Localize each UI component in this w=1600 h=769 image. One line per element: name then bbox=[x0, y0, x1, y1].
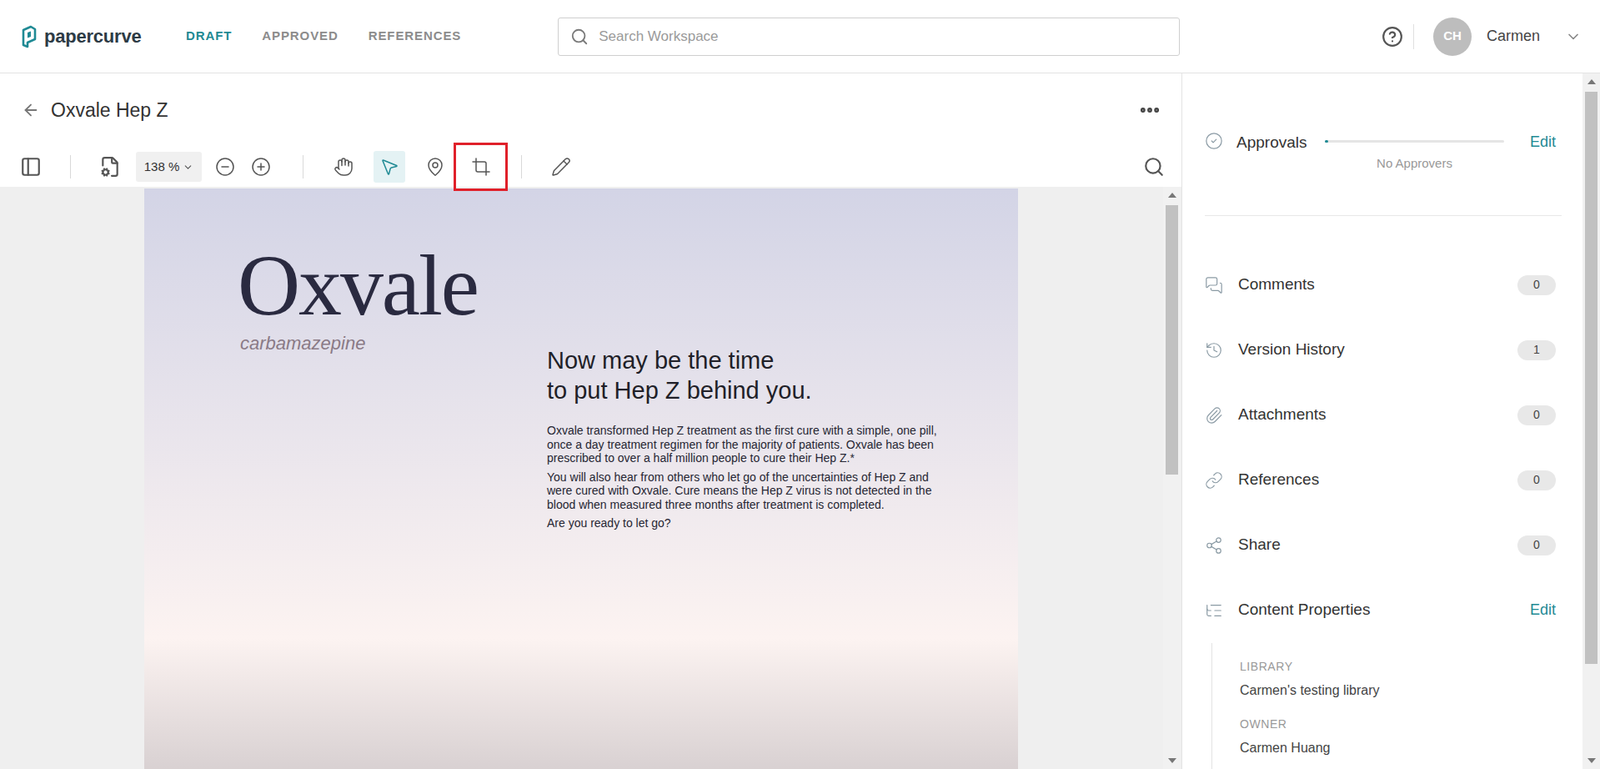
main-nav: DRAFT APPROVED REFERENCES bbox=[185, 26, 462, 46]
select-icon bbox=[379, 156, 400, 177]
properties-icon bbox=[1204, 601, 1224, 620]
properties-list: LIBRARYCarmen's testing library OWNERCarm… bbox=[1211, 642, 1556, 769]
select-tool[interactable] bbox=[366, 147, 412, 186]
help-icon[interactable] bbox=[1381, 25, 1404, 48]
nav-item[interactable]: DRAFT bbox=[185, 26, 232, 46]
app: papercurveDRAFT APPROVED REFERENCES Search … bbox=[0, 0, 1600, 769]
scroll-thumb[interactable] bbox=[1165, 205, 1179, 475]
approvals-icon bbox=[1204, 131, 1224, 151]
comments-icon bbox=[1204, 275, 1224, 295]
document-title: Oxvale Hep Z bbox=[50, 95, 169, 126]
count-badge: 1 bbox=[1517, 340, 1556, 361]
pan-icon bbox=[333, 156, 354, 177]
toolbar-separator bbox=[70, 155, 71, 179]
search-field[interactable]: Search Workspace bbox=[557, 17, 1180, 56]
count-badge: 0 bbox=[1517, 405, 1556, 426]
back-arrow-icon[interactable] bbox=[21, 100, 41, 120]
document-scrollbar[interactable] bbox=[1163, 186, 1181, 769]
logo-mark-icon bbox=[20, 25, 38, 49]
sidebar-panel-row[interactable]: Comments0 bbox=[1204, 252, 1556, 318]
count-badge: 0 bbox=[1517, 535, 1556, 556]
headline: Now may be the timeto put Hep Z behind y… bbox=[546, 345, 964, 406]
property-field: OWNERCarmen Huang bbox=[1239, 715, 1556, 758]
nav-item[interactable]: REFERENCES bbox=[368, 26, 462, 46]
count-badge: 0 bbox=[1517, 275, 1556, 296]
user-name[interactable]: Carmen bbox=[1486, 25, 1540, 48]
sidebar-divider bbox=[1204, 215, 1562, 216]
scroll-up-arrow[interactable] bbox=[1163, 186, 1181, 204]
zoom-in-icon[interactable] bbox=[250, 156, 271, 177]
content-properties-row: Content PropertiesEdit bbox=[1204, 577, 1556, 643]
document-page: OxvalecarbamazepineNow may be the timeto… bbox=[144, 188, 1019, 769]
region-icon bbox=[471, 156, 492, 177]
scroll-down-arrow[interactable] bbox=[1582, 752, 1600, 769]
logo[interactable]: papercurve bbox=[20, 22, 186, 51]
body-paragraph: Oxvale transformed Hep Z treatment as th… bbox=[546, 423, 956, 466]
sidebar-panel-row[interactable]: Attachments0 bbox=[1204, 382, 1556, 448]
document-search-icon[interactable] bbox=[1143, 155, 1165, 178]
pan-tool[interactable] bbox=[320, 147, 367, 186]
approvals-edit[interactable]: Edit bbox=[1529, 130, 1556, 154]
sidebar-toggle-icon[interactable] bbox=[20, 155, 42, 178]
scroll-down-arrow[interactable] bbox=[1163, 752, 1181, 769]
body-paragraph: Are you ready to let go? bbox=[546, 516, 956, 531]
sidebar-scrollbar[interactable] bbox=[1582, 73, 1600, 769]
more-options-icon[interactable] bbox=[1138, 98, 1162, 122]
count-badge: 0 bbox=[1517, 470, 1556, 491]
page-settings-icon[interactable] bbox=[99, 155, 121, 178]
body-paragraph: You will also hear from others who let g… bbox=[546, 470, 956, 512]
history-icon bbox=[1204, 341, 1224, 360]
scroll-thumb[interactable] bbox=[1584, 91, 1598, 664]
references-icon bbox=[1204, 471, 1224, 490]
document-title-bar: Oxvale Hep Z bbox=[0, 73, 1182, 147]
property-field: LIBRARYCarmen's testing library bbox=[1239, 657, 1556, 701]
top-bar: papercurveDRAFT APPROVED REFERENCES Search … bbox=[0, 0, 1600, 74]
attachments-icon bbox=[1204, 406, 1224, 425]
chevron-down-icon[interactable] bbox=[1564, 28, 1582, 46]
properties-edit[interactable]: Edit bbox=[1529, 598, 1556, 622]
document-panel: Oxvale Hep Z 138 % OxvalecarbamazepineNow … bbox=[0, 73, 1183, 769]
details-sidebar: ApprovalsNo ApproversEditComments0Versio… bbox=[1182, 73, 1600, 769]
region-tool[interactable] bbox=[457, 147, 504, 186]
scroll-up-arrow[interactable] bbox=[1582, 73, 1600, 91]
share-icon bbox=[1204, 536, 1224, 555]
sidebar-panel-row[interactable]: References0 bbox=[1204, 447, 1556, 513]
pencil-icon[interactable] bbox=[551, 156, 572, 177]
approvals-row: ApprovalsNo ApproversEdit bbox=[1204, 125, 1556, 174]
pin-icon bbox=[425, 156, 446, 177]
search-icon bbox=[570, 27, 589, 46]
zoom-chevron-icon bbox=[182, 161, 194, 173]
zoom-select[interactable]: 138 % bbox=[135, 151, 202, 182]
brand-name: Oxvale bbox=[237, 241, 547, 329]
approvals-progress bbox=[1324, 140, 1505, 143]
generic-name: carbamazepine bbox=[240, 329, 547, 357]
toolbar-separator bbox=[302, 155, 304, 179]
nav-item[interactable]: APPROVED bbox=[261, 26, 338, 46]
sidebar-panel-row[interactable]: Version History1 bbox=[1204, 317, 1556, 383]
header-divider bbox=[1413, 24, 1415, 50]
approvals-status: No Approvers bbox=[1376, 154, 1453, 174]
document-viewer: OxvalecarbamazepineNow may be the timeto… bbox=[0, 186, 1182, 769]
pin-tool[interactable] bbox=[411, 147, 458, 186]
sidebar-panel-row[interactable]: Share0 bbox=[1204, 512, 1556, 578]
toolbar-separator bbox=[521, 155, 522, 179]
zoom-out-icon[interactable] bbox=[215, 156, 236, 177]
highlight-box bbox=[453, 142, 508, 191]
toolbar: 138 % bbox=[0, 146, 1182, 187]
user-avatar[interactable]: CH bbox=[1433, 17, 1472, 56]
